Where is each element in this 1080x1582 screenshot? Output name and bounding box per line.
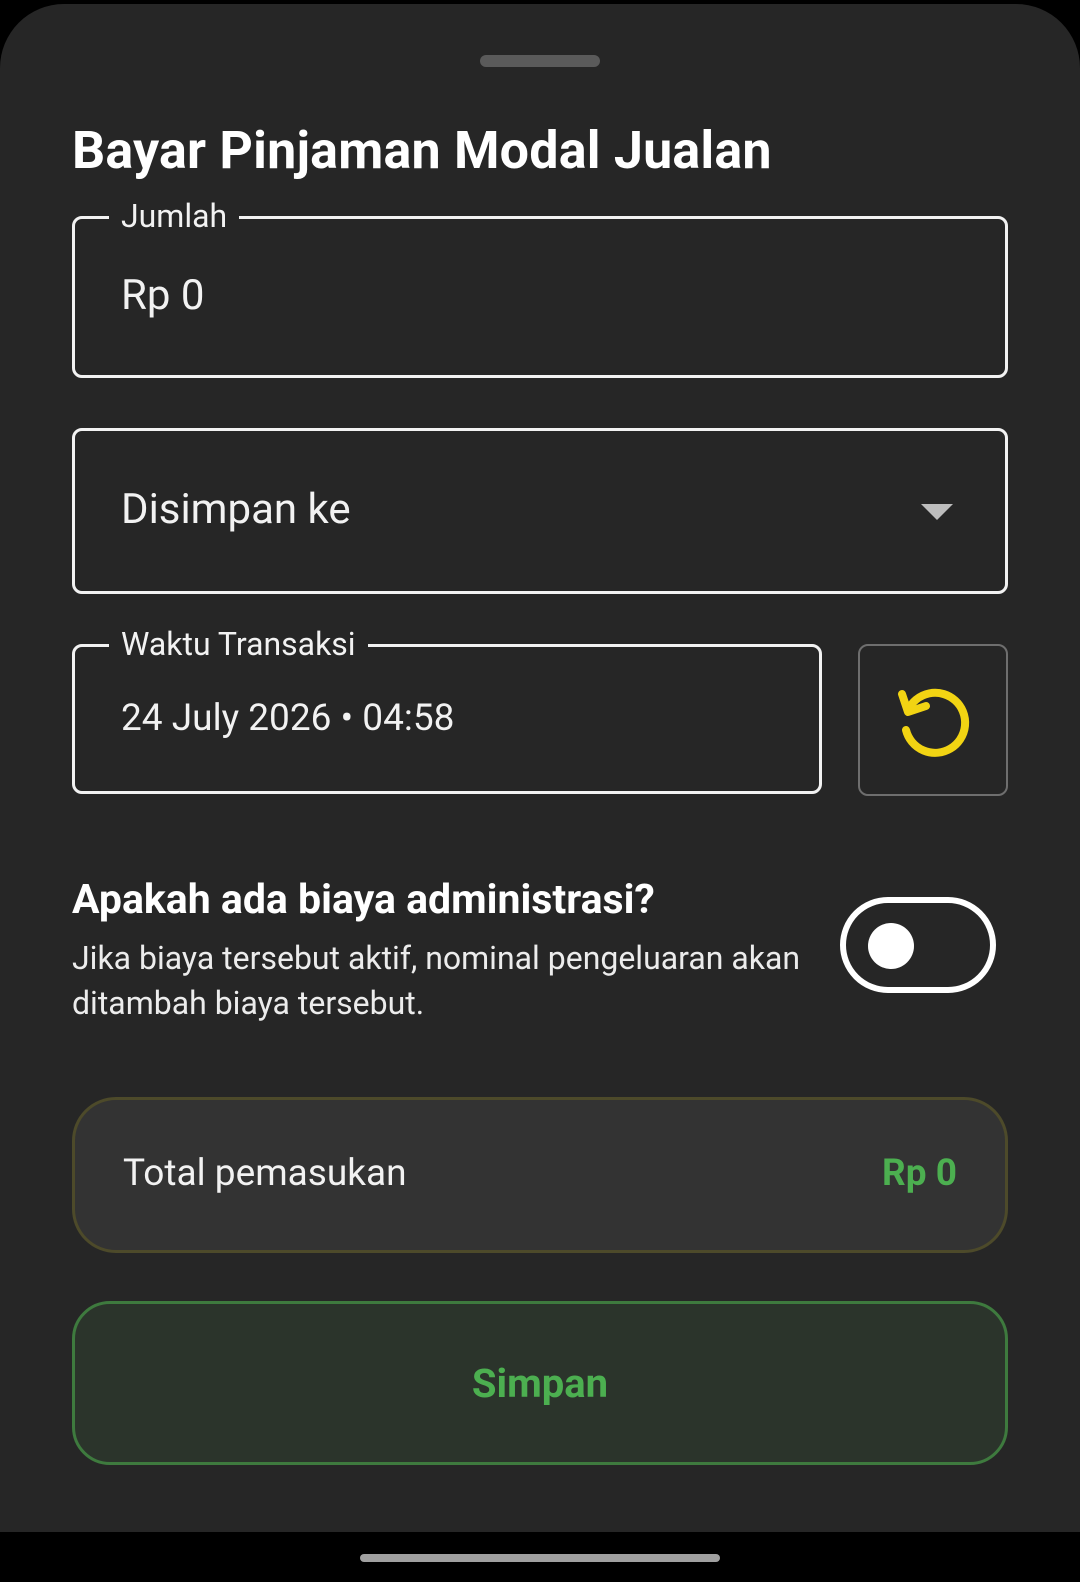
home-indicator[interactable]	[360, 1554, 720, 1562]
admin-fee-title: Apakah ada biaya administrasi?	[72, 876, 655, 924]
total-income-card: Total pemasukan Rp 0	[72, 1097, 1008, 1253]
drag-handle[interactable]	[480, 55, 600, 67]
bottom-sheet: Bayar Pinjaman Modal Jualan Jumlah Rp 0 …	[0, 4, 1080, 1536]
account-dropdown[interactable]: Disimpan ke	[72, 428, 1008, 594]
system-navigation-bar	[0, 1532, 1080, 1582]
amount-input[interactable]: Jumlah Rp 0	[72, 196, 1008, 378]
admin-fee-toggle[interactable]	[840, 897, 996, 993]
transaction-time-value: 24 July 2026 • 04:58	[121, 697, 455, 740]
reset-refresh-icon	[898, 688, 970, 757]
transaction-time-label: Waktu Transaksi	[109, 624, 368, 664]
total-income-value: Rp 0	[882, 1152, 957, 1195]
dropdown-arrow-icon	[921, 504, 953, 520]
total-income-label: Total pemasukan	[123, 1152, 407, 1195]
sheet-title: Bayar Pinjaman Modal Jualan	[72, 120, 772, 181]
transaction-time-field[interactable]: Waktu Transaksi 24 July 2026 • 04:58	[72, 624, 822, 794]
save-button[interactable]: Simpan	[72, 1301, 1008, 1465]
amount-value[interactable]: Rp 0	[121, 271, 205, 320]
reset-time-button[interactable]	[858, 644, 1008, 796]
amount-label: Jumlah	[109, 196, 240, 236]
toggle-knob	[868, 923, 914, 969]
account-placeholder: Disimpan ke	[121, 485, 351, 534]
admin-fee-description: Jika biaya tersebut aktif, nominal penge…	[72, 939, 801, 1022]
